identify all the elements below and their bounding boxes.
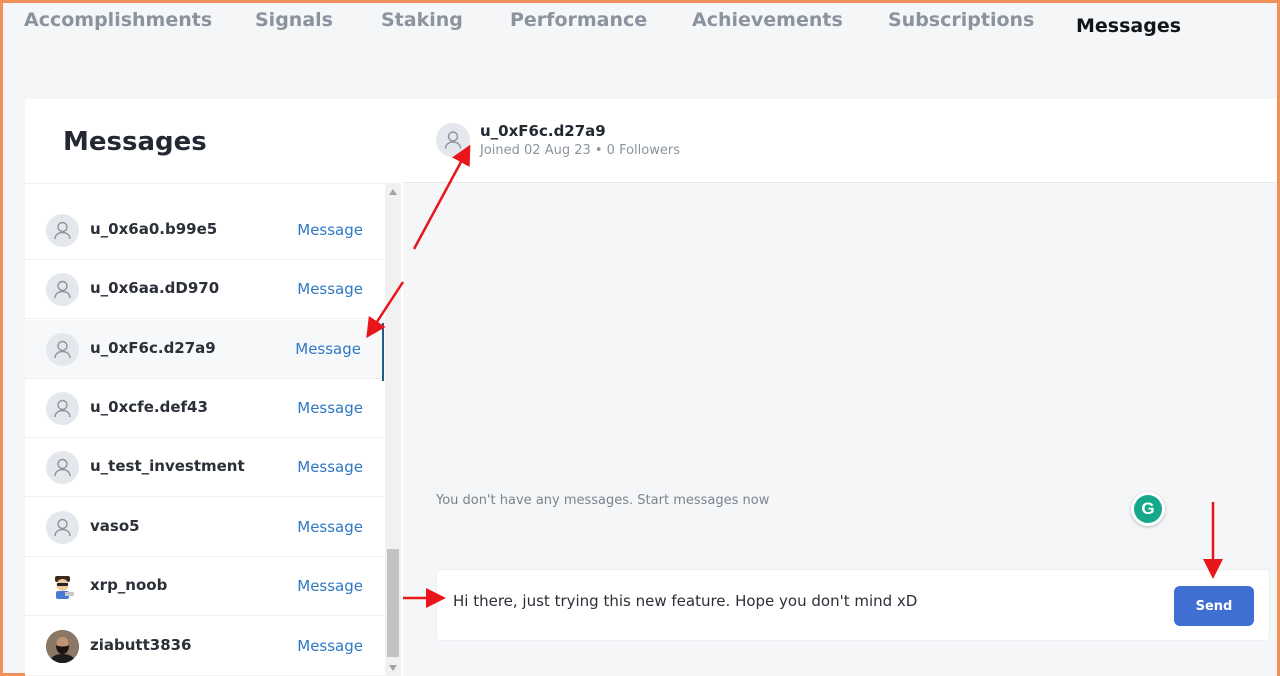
conversation-list-title: Messages	[63, 127, 207, 157]
list-item[interactable]: ziabutt3836 Message	[25, 617, 385, 676]
list-item[interactable]: u_0x6aa.dD970 Message	[25, 260, 385, 319]
page-frame: Accomplishments Signals Staking Performa…	[0, 0, 1280, 676]
username: xrp_noob	[90, 576, 168, 594]
user-icon	[46, 214, 79, 247]
list-item[interactable]: vaso5 Message	[25, 498, 385, 557]
message-link[interactable]: Message	[295, 340, 361, 358]
username: u_0x6aa.dD970	[90, 279, 220, 297]
grammarly-icon[interactable]: G	[1131, 492, 1165, 526]
list-item[interactable]: u_0x6a0.b99e5 Message	[25, 201, 385, 260]
username: vaso5	[90, 517, 140, 535]
tab-staking[interactable]: Staking	[381, 9, 463, 31]
user-icon	[46, 392, 79, 425]
tab-accomplishments[interactable]: Accomplishments	[24, 9, 212, 31]
empty-state-text: You don't have any messages. Start messa…	[436, 493, 770, 508]
chat-user-meta: Joined 02 Aug 23 • 0 Followers	[480, 143, 680, 158]
conversation-list: u_0x6a0.b99e5 Message u_0x6aa.dD970 Mess…	[25, 171, 385, 676]
username: u_0xF6c.d27a9	[90, 339, 216, 357]
cartoon-avatar	[46, 570, 79, 603]
message-input[interactable]	[453, 588, 1153, 614]
list-item-selected[interactable]: u_0xF6c.d27a9 Message	[25, 320, 385, 379]
user-icon	[46, 333, 79, 366]
scroll-thumb[interactable]	[387, 549, 399, 657]
tab-subscriptions[interactable]: Subscriptions	[888, 9, 1034, 31]
message-link[interactable]: Message	[297, 399, 363, 417]
username: u_0xcfe.def43	[90, 398, 208, 416]
list-scrollbar[interactable]	[385, 183, 401, 676]
tab-performance[interactable]: Performance	[510, 9, 647, 31]
message-link[interactable]: Message	[297, 637, 363, 655]
conversation-list-panel: Messages u_0x6a0.b99e5 Message u_0x6aa.d…	[25, 99, 403, 676]
scroll-up-icon[interactable]	[389, 189, 397, 195]
message-link[interactable]: Message	[297, 577, 363, 595]
chat-header: u_0xF6c.d27a9 Joined 02 Aug 23 • 0 Follo…	[403, 99, 1277, 183]
user-icon	[46, 511, 79, 544]
message-link[interactable]: Message	[297, 280, 363, 298]
list-item[interactable]: u_0xcfe.def43 Message	[25, 379, 385, 438]
user-icon	[46, 451, 79, 484]
grammarly-letter: G	[1134, 495, 1162, 523]
tab-signals[interactable]: Signals	[255, 9, 333, 31]
message-link[interactable]: Message	[297, 518, 363, 536]
username: u_0x6a0.b99e5	[90, 220, 218, 238]
scroll-down-icon[interactable]	[389, 665, 397, 671]
top-tabs: Accomplishments Signals Staking Performa…	[3, 3, 1277, 63]
message-link[interactable]: Message	[297, 458, 363, 476]
list-item[interactable]	[25, 171, 385, 184]
message-composer: Send	[436, 569, 1270, 641]
chat-area: You don't have any messages. Start messa…	[403, 184, 1277, 676]
username: u_test_investment	[90, 457, 245, 475]
chat-username: u_0xF6c.d27a9	[480, 122, 606, 140]
username: ziabutt3836	[90, 636, 192, 654]
photo-avatar	[46, 630, 79, 663]
list-item[interactable]: xrp_noob Message	[25, 557, 385, 616]
tab-messages[interactable]: Messages	[1076, 15, 1181, 37]
selected-row-indicator	[382, 323, 384, 381]
user-icon	[436, 123, 470, 157]
tab-achievements[interactable]: Achievements	[692, 9, 843, 31]
message-link[interactable]: Message	[297, 221, 363, 239]
list-item[interactable]: u_test_investment Message	[25, 438, 385, 497]
user-icon	[46, 273, 79, 306]
send-button[interactable]: Send	[1174, 586, 1254, 626]
